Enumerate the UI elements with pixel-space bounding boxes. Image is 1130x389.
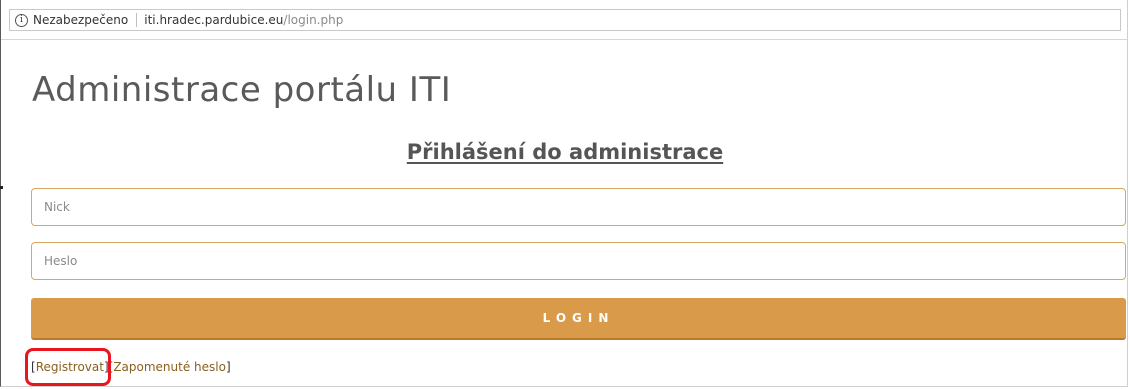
url-field[interactable]: i Nezabezpečeno iti.hradec.pardubice.eu /… [9, 9, 1121, 31]
window-edge-marker [0, 186, 3, 189]
url-path: /login.php [283, 13, 344, 27]
security-label: Nezabezpečeno [33, 13, 129, 27]
register-highlight-box [25, 348, 111, 386]
password-input[interactable] [31, 242, 1126, 280]
bracket-close: ] [225, 360, 231, 374]
info-icon[interactable]: i [15, 13, 28, 27]
forgot-password-link[interactable]: Zapomenuté heslo [113, 360, 226, 374]
nick-input[interactable] [31, 188, 1126, 226]
url-host: iti.hradec.pardubice.eu [144, 13, 284, 27]
login-heading: Přihlášení do administrace [406, 140, 724, 164]
page-title: Administrace portálu ITI [32, 70, 452, 110]
login-button[interactable]: LOGIN [31, 298, 1126, 340]
url-separator [136, 13, 138, 27]
address-bar: i Nezabezpečeno iti.hradec.pardubice.eu /… [1, 0, 1127, 40]
